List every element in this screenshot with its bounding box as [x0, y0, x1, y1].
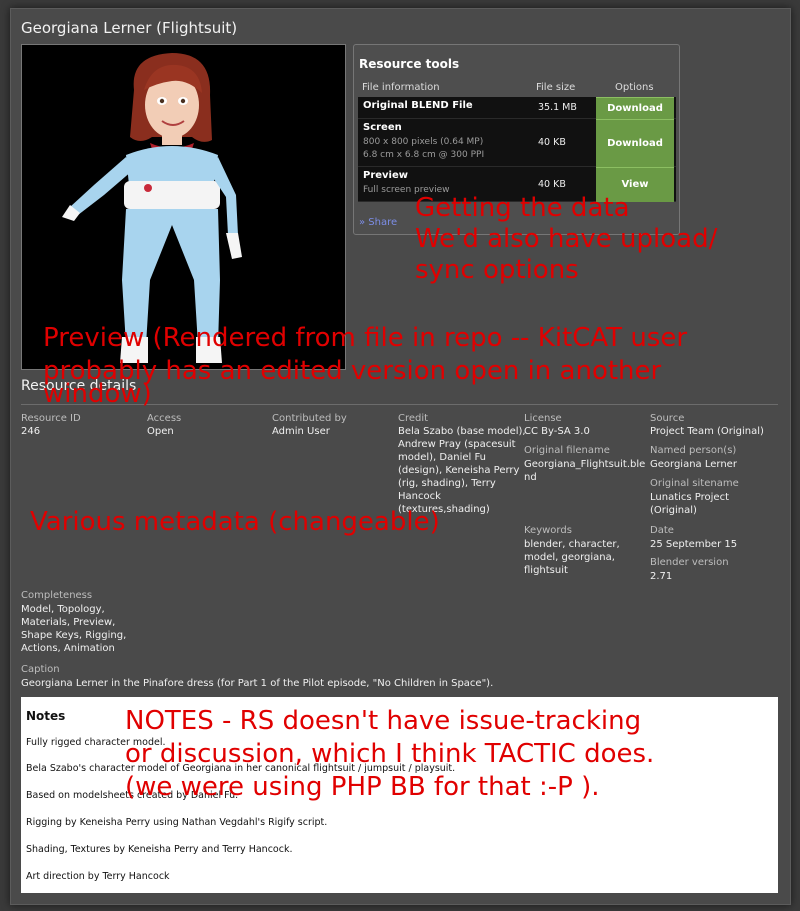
completeness-line: Materials, Preview, [21, 617, 116, 628]
blender-version-label: Blender version [650, 557, 729, 568]
date-value: 25 September 15 [650, 539, 738, 550]
named-persons-value: Georgiana Lerner [650, 459, 737, 470]
annotation-line: (we were using PHP BB for that :-P ). [125, 772, 600, 802]
keywords-value: blender, character, model, georgiana, fl… [524, 538, 620, 577]
note-line: Rigging by Keneisha Perry using Nathan V… [26, 817, 328, 828]
file-name: Original BLEND File [363, 100, 473, 111]
resource-id-label: Resource ID [21, 413, 81, 424]
blender-version-value: 2.71 [650, 571, 673, 582]
annotation-line: sync options [415, 255, 579, 285]
credit-line: (design), Keneisha Perry [398, 465, 520, 476]
resource-tools-title: Resource tools [359, 57, 460, 71]
annotation-metadata: Various metadata (changeable) [30, 507, 440, 537]
header-file-information: File information [362, 82, 440, 93]
file-row-original-blend: Original BLEND File 35.1 MB Download [358, 97, 676, 119]
completeness-line: Shape Keys, Rigging, [21, 630, 127, 641]
credit-label: Credit [398, 413, 429, 424]
filename-line: Georgiana_Flightsuit.ble [524, 459, 646, 470]
resource-id-value: 246 [21, 426, 41, 437]
file-name: Screen [363, 122, 402, 133]
character-render [62, 53, 242, 363]
file-size: 35.1 MB [538, 102, 577, 113]
caption-label: Caption [21, 664, 60, 675]
file-print-size: 6.8 cm x 6.8 cm @ 300 PPI [363, 150, 485, 160]
completeness-label: Completeness [21, 590, 93, 601]
named-persons-label: Named person(s) [650, 445, 737, 456]
credit-value: Bela Szabo (base model), Andrew Pray (sp… [398, 425, 526, 516]
annotation-preview: Preview (Rendered from file in repo -- K… [43, 322, 687, 411]
header-file-size: File size [536, 82, 576, 93]
keywords-line: flightsuit [524, 565, 568, 576]
page-title: Georgiana Lerner (Flightsuit) [21, 19, 238, 37]
credit-line: Andrew Pray (spacesuit [398, 439, 516, 450]
file-row-screen: Screen 800 x 800 pixels (0.64 MP) 6.8 cm… [358, 119, 676, 167]
annotation-line: We'd also have upload/ [415, 224, 718, 254]
completeness-value: Model, Topology, Materials, Preview, Sha… [21, 603, 126, 655]
sitename-line: (Original) [650, 505, 697, 516]
credit-line: Hancock [398, 491, 441, 502]
keywords-line: model, georgiana, [524, 552, 615, 563]
completeness-line: Actions, Animation [21, 643, 115, 654]
original-filename-label: Original filename [524, 445, 610, 456]
source-label: Source [650, 413, 685, 424]
contributed-by-label: Contributed by [272, 413, 347, 424]
file-size: 40 KB [538, 137, 566, 148]
credit-line: model), Daniel Fu [398, 452, 486, 463]
credit-line: (rig, shading), Terry [398, 478, 496, 489]
file-size: 40 KB [538, 179, 566, 190]
access-label: Access [147, 413, 182, 424]
source-value: Project Team (Original) [650, 426, 764, 437]
caption-value: Georgiana Lerner in the Pinafore dress (… [21, 678, 494, 689]
note-line: Shading, Textures by Keneisha Perry and … [26, 844, 293, 855]
original-filename-value: Georgiana_Flightsuit.ble nd [524, 458, 645, 484]
completeness-line: Model, Topology, [21, 604, 105, 615]
original-sitename-label: Original sitename [650, 478, 739, 489]
download-button[interactable]: Download [596, 97, 674, 119]
notes-title: Notes [26, 709, 66, 723]
file-dimensions: 800 x 800 pixels (0.64 MP) [363, 137, 484, 147]
license-label: License [524, 413, 562, 424]
share-link[interactable]: » Share [359, 217, 397, 228]
annotation-notes: NOTES - RS doesn't have issue-tracking o… [125, 705, 654, 804]
keywords-line: blender, character, [524, 539, 620, 550]
download-button[interactable]: Download [596, 119, 674, 167]
header-options: Options [615, 82, 654, 93]
file-name: Preview [363, 170, 409, 181]
annotation-line: Getting the data [415, 193, 630, 223]
annotation-getting-data: Getting the data We'd also have upload/ … [415, 193, 717, 286]
sitename-line: Lunatics Project [650, 492, 729, 503]
filename-line: nd [524, 472, 537, 483]
contributed-by-value: Admin User [272, 426, 330, 437]
annotation-line: NOTES - RS doesn't have issue-tracking [125, 706, 642, 736]
credit-line: Bela Szabo (base model), [398, 426, 526, 437]
access-value: Open [147, 426, 174, 437]
license-value: CC By-SA 3.0 [524, 426, 590, 437]
date-label: Date [650, 525, 674, 536]
keywords-label: Keywords [524, 525, 572, 536]
note-line: Art direction by Terry Hancock [26, 871, 170, 882]
annotation-line: or discussion, which I think TACTIC does… [125, 739, 655, 769]
original-sitename-value: Lunatics Project (Original) [650, 491, 729, 517]
annotation-line: Preview (Rendered from file in repo -- K… [43, 323, 688, 353]
